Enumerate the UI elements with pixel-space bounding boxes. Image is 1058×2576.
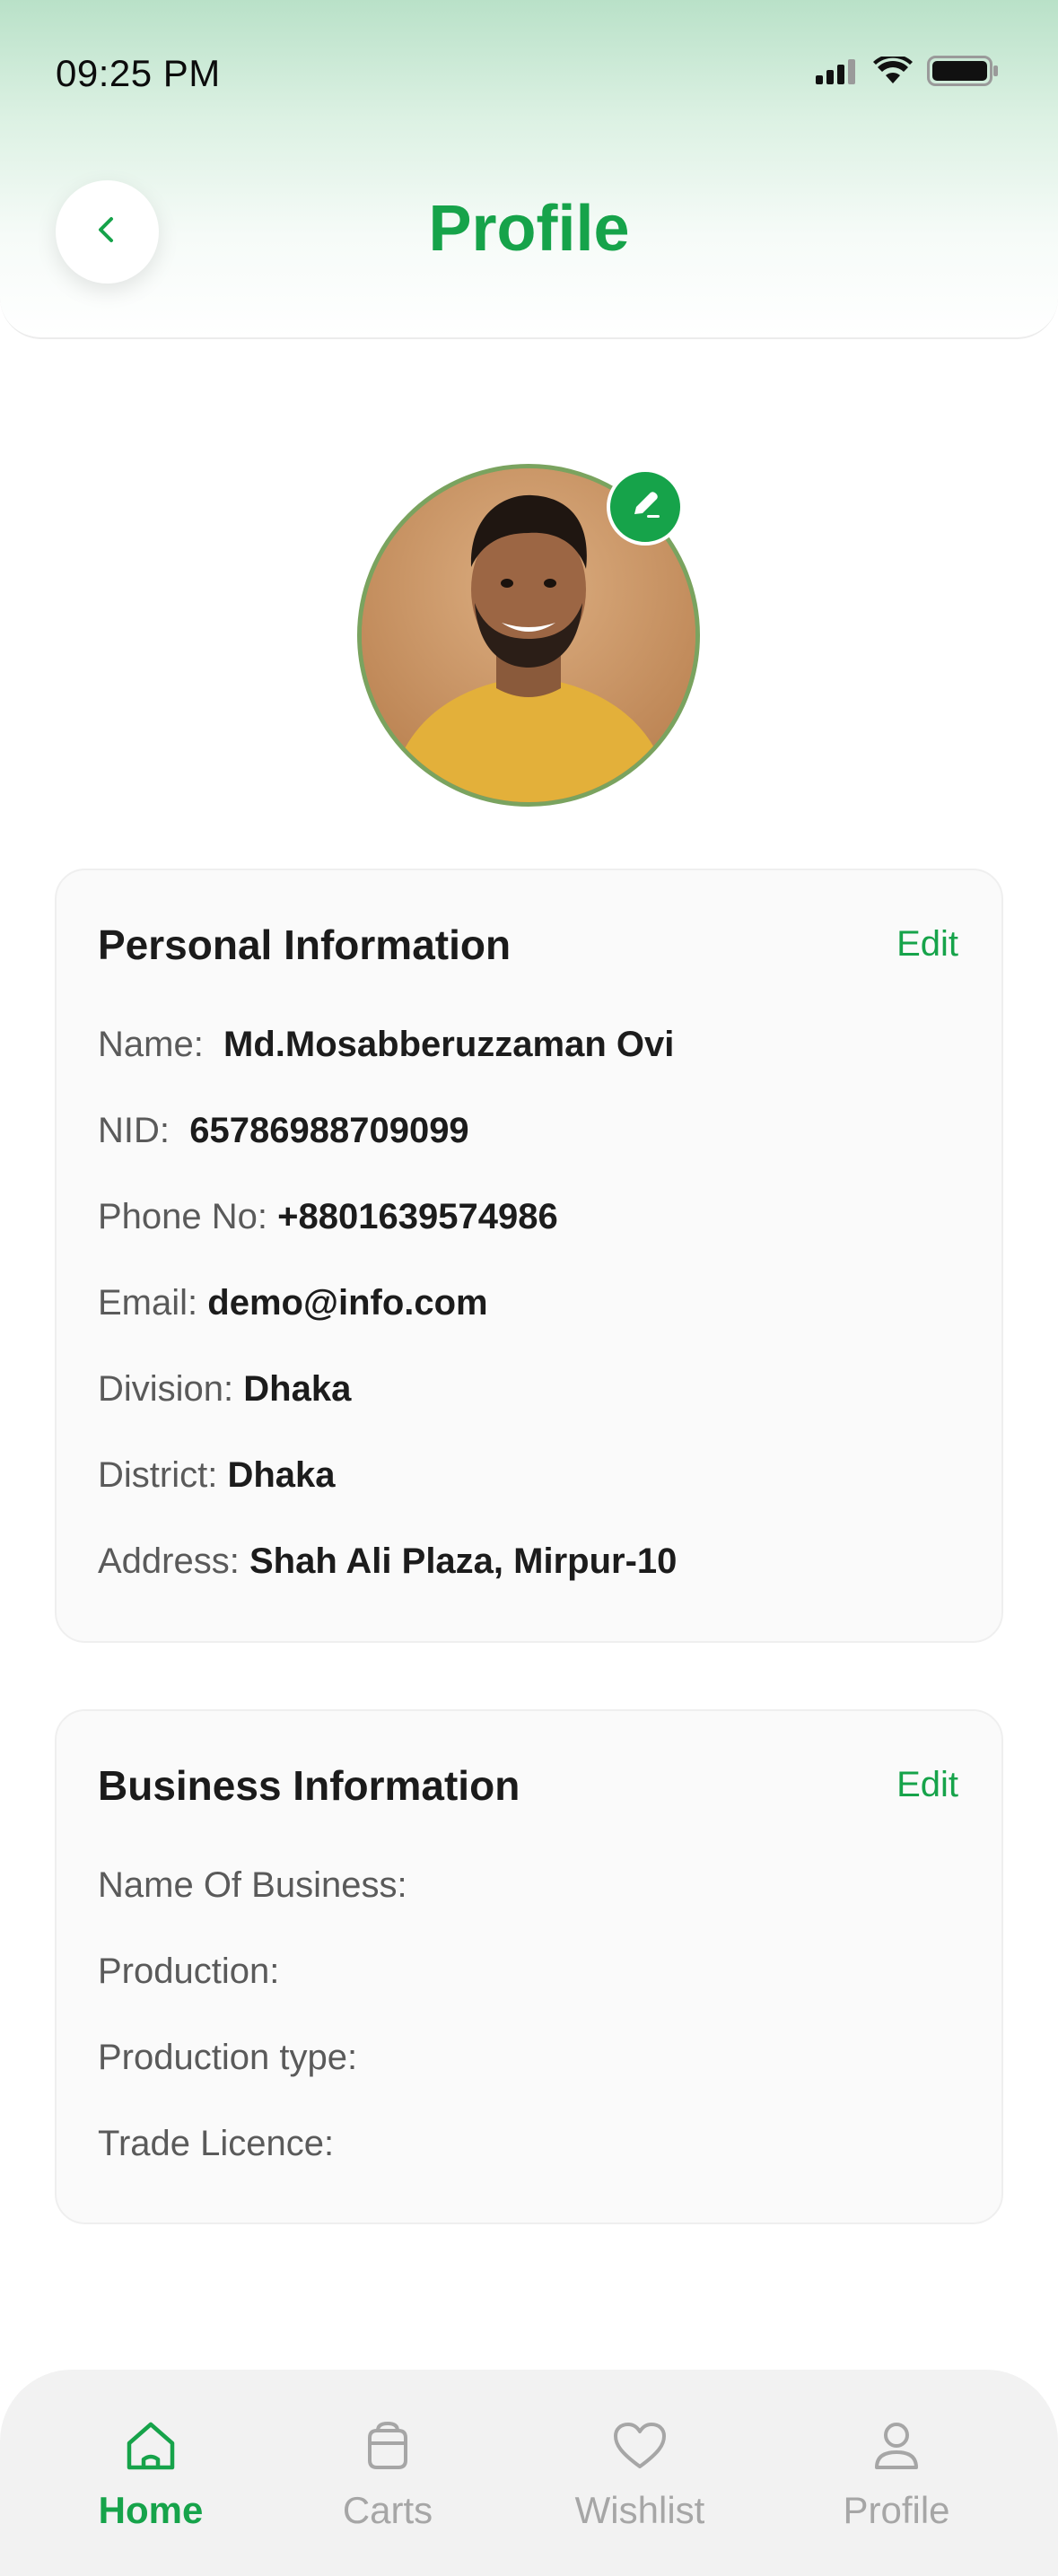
- nav-item-home[interactable]: Home: [61, 2420, 240, 2532]
- personal-info-title: Personal Information: [98, 921, 512, 968]
- home-icon: [124, 2420, 178, 2476]
- row-value: +8801639574986: [277, 1197, 558, 1236]
- avatar-section: [357, 464, 700, 807]
- info-row-division: Division: Dhaka: [98, 1369, 351, 1410]
- row-value: Dhaka: [227, 1455, 336, 1495]
- row-label: Name Of Business:: [98, 1865, 407, 1905]
- signal-icon: [816, 57, 859, 84]
- bottom-nav: Home Carts Wishlist Profile: [0, 2370, 1058, 2576]
- row-label: Address:: [98, 1541, 240, 1581]
- row-value: demo@info.com: [207, 1283, 488, 1323]
- row-label: Email:: [98, 1283, 198, 1323]
- row-label: Division:: [98, 1369, 234, 1409]
- row-label: Trade Licence:: [98, 2124, 335, 2163]
- info-row-business-name: Name Of Business:: [98, 1865, 417, 1906]
- info-row-production-type: Production type:: [98, 2038, 367, 2078]
- business-info-card: Business Information Edit Name Of Busine…: [55, 1709, 1003, 2224]
- heart-icon: [611, 2420, 669, 2476]
- info-row-name: Name: Md.Mosabberuzzaman Ovi: [98, 1025, 674, 1065]
- row-value: Md.Mosabberuzzaman Ovi: [223, 1025, 675, 1064]
- header: 09:25 PM Profile: [0, 0, 1058, 339]
- cart-icon: [362, 2420, 414, 2476]
- battery-icon: [927, 56, 999, 86]
- wifi-icon: [873, 57, 913, 85]
- avatar-edit-button[interactable]: [607, 468, 684, 546]
- info-row-address: Address: Shah Ali Plaza, Mirpur-10: [98, 1541, 677, 1582]
- status-icons: [816, 56, 999, 86]
- row-value: 65786988709099: [189, 1111, 469, 1150]
- status-time: 09:25 PM: [56, 52, 221, 94]
- info-row-phone: Phone No: +8801639574986: [98, 1197, 558, 1237]
- row-value: Dhaka: [243, 1369, 352, 1409]
- info-row-email: Email: demo@info.com: [98, 1283, 488, 1323]
- nav-label-wishlist: Wishlist: [574, 2489, 705, 2531]
- row-label: Name:: [98, 1025, 204, 1064]
- personal-info-edit-button[interactable]: Edit: [896, 924, 958, 965]
- info-row-district: District: Dhaka: [98, 1455, 336, 1496]
- page-title: Profile: [428, 193, 630, 265]
- nav-label-profile: Profile: [843, 2489, 950, 2531]
- nav-label-carts: Carts: [342, 2489, 433, 2531]
- row-label: District:: [98, 1455, 218, 1495]
- profile-screen: 09:25 PM Profile Personal Information Ed…: [0, 0, 1058, 2576]
- nav-item-carts[interactable]: Carts: [298, 2420, 477, 2532]
- pencil-icon: [627, 487, 663, 528]
- info-row-production: Production:: [98, 1952, 289, 1992]
- row-label: Production:: [98, 1952, 280, 1991]
- info-row-nid: NID: 65786988709099: [98, 1111, 469, 1151]
- row-label: NID:: [98, 1111, 170, 1150]
- row-label: Production type:: [98, 2038, 358, 2077]
- business-info-title: Business Information: [98, 1762, 520, 1809]
- nav-label-home: Home: [98, 2489, 204, 2531]
- info-row-trade-licence: Trade Licence:: [98, 2124, 344, 2164]
- user-icon: [871, 2420, 922, 2476]
- row-value: Shah Ali Plaza, Mirpur-10: [249, 1541, 678, 1581]
- personal-info-card: Personal Information Edit Name: Md.Mosab…: [55, 869, 1003, 1643]
- nav-item-profile[interactable]: Profile: [807, 2420, 986, 2532]
- row-label: Phone No:: [98, 1197, 268, 1236]
- business-info-edit-button[interactable]: Edit: [896, 1765, 958, 1805]
- nav-item-wishlist[interactable]: Wishlist: [550, 2420, 730, 2532]
